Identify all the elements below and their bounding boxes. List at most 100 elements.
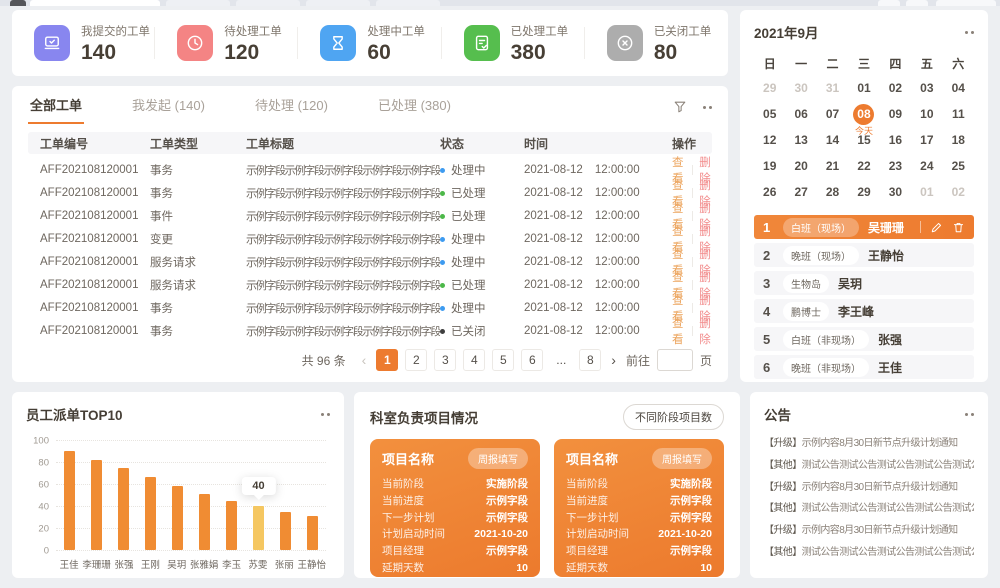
bar[interactable]: [64, 451, 75, 550]
announcement-item[interactable]: 【其他】测试公告测试公告测试公告测试公告测试公告: [764, 455, 974, 477]
calendar-day[interactable]: 06: [785, 101, 816, 127]
calendar-day[interactable]: 01: [911, 179, 942, 205]
edit-icon[interactable]: [930, 221, 943, 234]
calendar-day[interactable]: 07: [817, 101, 848, 127]
announcement-item[interactable]: 【升级】示例内容8月30日新节点升级计划通知: [764, 477, 974, 499]
calendar-day[interactable]: 12: [754, 127, 785, 153]
filter-icon[interactable]: [673, 100, 687, 114]
schedule-row[interactable]: 2晚班（现场）王静怡: [754, 243, 974, 267]
browser-control[interactable]: [878, 0, 900, 6]
bar[interactable]: [253, 506, 264, 550]
more-icon[interactable]: [321, 413, 330, 416]
calendar-day[interactable]: 23: [880, 153, 911, 179]
weekly-report-button[interactable]: 周报填写: [468, 448, 528, 469]
trash-icon[interactable]: [952, 221, 965, 234]
calendar-day[interactable]: 03: [911, 75, 942, 101]
bar[interactable]: [172, 486, 183, 550]
calendar-day[interactable]: 22: [848, 153, 879, 179]
bar[interactable]: [226, 501, 237, 551]
calendar-day[interactable]: 11: [943, 101, 974, 127]
more-icon[interactable]: [703, 106, 712, 109]
delete-link[interactable]: 删除: [699, 315, 712, 347]
calendar-day[interactable]: 17: [911, 127, 942, 153]
browser-tab[interactable]: [306, 0, 370, 6]
weekday-label: 三: [848, 51, 879, 75]
calendar-day[interactable]: 01: [848, 75, 879, 101]
calendar-day[interactable]: 18: [943, 127, 974, 153]
calendar-day[interactable]: 14: [817, 127, 848, 153]
table-header: 工单编号工单类型工单标题状态时间操作: [28, 132, 712, 154]
calendar-day[interactable]: 05: [754, 101, 785, 127]
browser-tab[interactable]: [376, 0, 440, 6]
calendar-day[interactable]: 28: [817, 179, 848, 205]
tab-我发起 (140)[interactable]: 我发起 (140): [130, 85, 207, 124]
calendar-day[interactable]: 19: [754, 153, 785, 179]
weekday-label: 四: [880, 51, 911, 75]
calendar-day[interactable]: 02: [880, 75, 911, 101]
calendar-day[interactable]: 02: [943, 179, 974, 205]
calendar-day[interactable]: 21: [817, 153, 848, 179]
announcement-item[interactable]: 【其他】测试公告测试公告测试公告测试公告测试公告: [764, 498, 974, 520]
calendar-day[interactable]: 16: [880, 127, 911, 153]
calendar-day[interactable]: 29: [848, 179, 879, 205]
page-button[interactable]: 4: [463, 349, 485, 371]
tab-已处理 (380)[interactable]: 已处理 (380): [376, 85, 453, 124]
calendar-day[interactable]: 09: [880, 101, 911, 127]
schedule-row[interactable]: 5白班（非现场）张强: [754, 327, 974, 351]
browser-control[interactable]: [906, 0, 928, 6]
schedule-row[interactable]: 4鹏博士李王峰: [754, 299, 974, 323]
schedule-row[interactable]: 1白班（现场）吴珊珊: [754, 215, 974, 239]
page-button[interactable]: 8: [579, 349, 601, 371]
browser-control[interactable]: [936, 0, 996, 6]
calendar-day[interactable]: 08今天: [848, 101, 879, 127]
announcement-item[interactable]: 【升级】示例内容8月30日新节点升级计划通知: [764, 520, 974, 542]
calendar-day[interactable]: 10: [911, 101, 942, 127]
page-button[interactable]: 2: [405, 349, 427, 371]
bar[interactable]: [118, 468, 129, 551]
calendar-day[interactable]: 13: [785, 127, 816, 153]
goto-page-input[interactable]: [657, 349, 693, 371]
page-button[interactable]: 3: [434, 349, 456, 371]
column-header: 时间: [524, 135, 646, 152]
announcement-item[interactable]: 【升级】示例内容8月30日新节点升级计划通知: [764, 433, 974, 455]
bar[interactable]: [280, 512, 291, 551]
calendar-day[interactable]: 30: [880, 179, 911, 205]
calendar-day[interactable]: 26: [754, 179, 785, 205]
calendar-day[interactable]: 30: [785, 75, 816, 101]
page-button[interactable]: 5: [492, 349, 514, 371]
stage-count-button[interactable]: 不同阶段项目数: [623, 404, 724, 430]
next-page-button[interactable]: ›: [608, 352, 619, 368]
calendar-day[interactable]: 25: [943, 153, 974, 179]
calendar-day[interactable]: 31: [817, 75, 848, 101]
weekly-report-button[interactable]: 周报填写: [652, 448, 712, 469]
calendar-day[interactable]: 04: [943, 75, 974, 101]
tab-全部工单[interactable]: 全部工单: [28, 85, 84, 124]
calendar-day[interactable]: 29: [754, 75, 785, 101]
schedule-row[interactable]: 6晚班（非现场）王佳: [754, 355, 974, 379]
page-button[interactable]: 1: [376, 349, 398, 371]
bar[interactable]: [91, 460, 102, 550]
view-link[interactable]: 查看: [672, 315, 685, 347]
browser-tab[interactable]: [166, 0, 230, 6]
calendar-day[interactable]: 24: [911, 153, 942, 179]
more-icon[interactable]: [965, 413, 974, 416]
browser-tab[interactable]: [30, 0, 160, 6]
bar[interactable]: [307, 516, 318, 550]
schedule-row[interactable]: 3生物岛吴玥: [754, 271, 974, 295]
stat-card: 已处理工单380: [442, 10, 585, 76]
column-header: 状态: [440, 135, 524, 152]
bar[interactable]: [199, 494, 210, 550]
tab-待处理 (120)[interactable]: 待处理 (120): [253, 85, 330, 124]
stat-label: 处理中工单: [367, 23, 425, 39]
x-tick-label: 王静怡: [297, 557, 326, 571]
calendar-day[interactable]: 27: [785, 179, 816, 205]
announcement-item[interactable]: 【其他】测试公告测试公告测试公告测试公告测试公告: [764, 542, 974, 564]
prev-page-button[interactable]: ‹: [359, 352, 370, 368]
x-tick-label: 王刚: [137, 557, 163, 571]
x-tick-label: 张强: [111, 557, 137, 571]
page-button[interactable]: 6: [521, 349, 543, 371]
browser-tab[interactable]: [236, 0, 300, 6]
bar[interactable]: [145, 477, 156, 550]
more-icon[interactable]: [965, 31, 974, 34]
calendar-day[interactable]: 20: [785, 153, 816, 179]
